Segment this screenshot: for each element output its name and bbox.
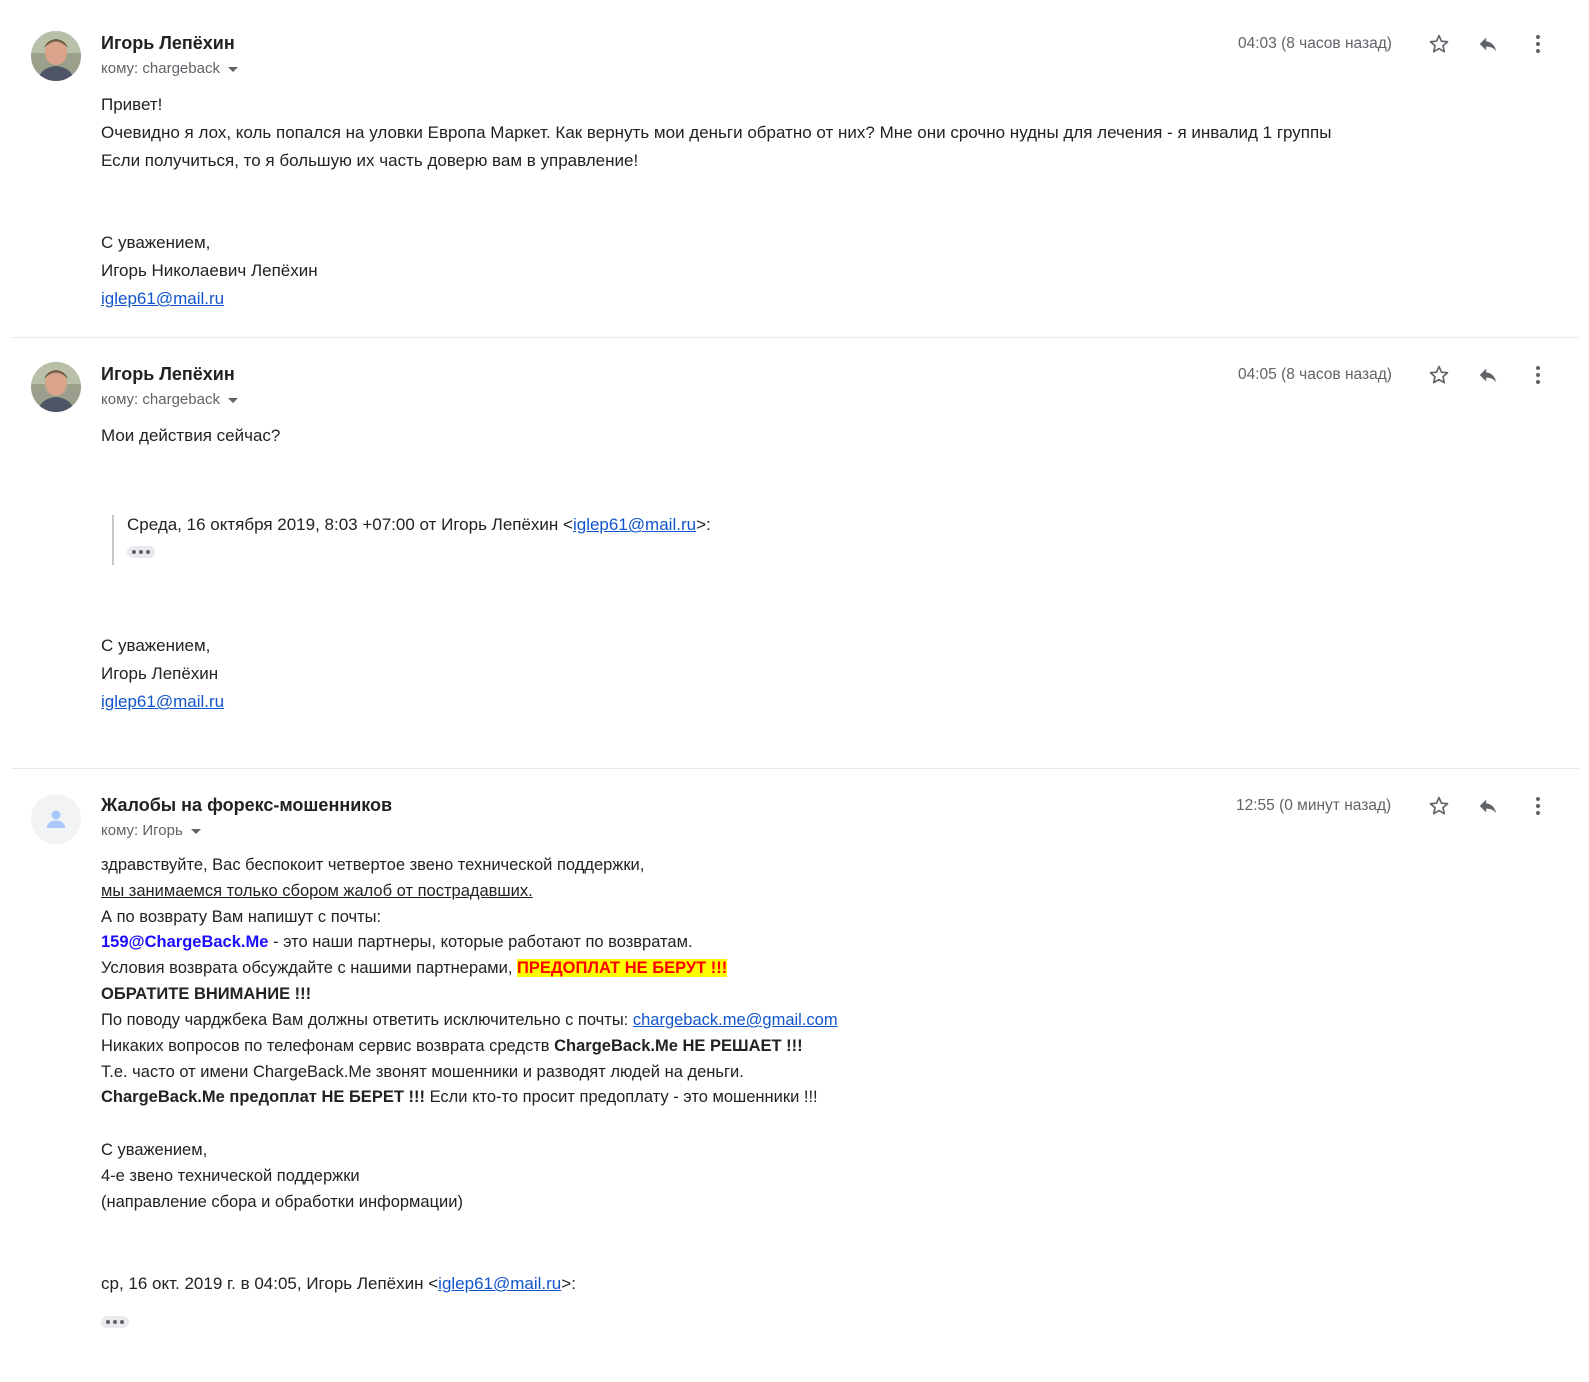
signature-line: С уважением, xyxy=(101,233,211,252)
quote-header: Среда, 16 октября 2019, 8:03 +07:00 от И… xyxy=(127,515,711,535)
signature-line: (направление сбора и обработки информаци… xyxy=(101,1193,463,1211)
body-line: Привет! xyxy=(101,95,163,114)
trimmed-content xyxy=(101,1313,129,1333)
more-options-button[interactable] xyxy=(1525,793,1551,819)
body-line: Никаких вопросов по телефонам сервис воз… xyxy=(101,1037,803,1056)
reply-icon xyxy=(1479,37,1497,52)
star-button[interactable] xyxy=(1426,31,1452,57)
message-divider xyxy=(11,768,1579,769)
body-line: 159@ChargeBack.Me - это наши партнеры, к… xyxy=(101,933,693,952)
reply-button[interactable] xyxy=(1475,362,1501,388)
body-text: По поводу чарджбека Вам должны ответить … xyxy=(101,1011,633,1029)
email-link[interactable]: iglep61@mail.ru xyxy=(101,289,224,309)
message-divider xyxy=(11,337,1579,338)
email-link[interactable]: chargeback.me@gmail.com xyxy=(633,1011,838,1029)
quoted-text: Среда, 16 октября 2019, 8:03 +07:00 от И… xyxy=(112,515,711,565)
recipient-details[interactable]: кому: chargeback xyxy=(101,391,238,408)
message-1: Игорь Лепёхин кому: chargeback 04:03 (8 … xyxy=(0,0,1589,340)
show-trimmed-content-button[interactable] xyxy=(101,1316,129,1328)
sender-name[interactable]: Жалобы на форекс-мошенников xyxy=(101,795,392,816)
chevron-down-icon[interactable] xyxy=(190,828,201,834)
signature-line: С уважением, xyxy=(101,1141,208,1159)
body-text: - это наши партнеры, которые работают по… xyxy=(268,933,693,951)
signature-line: Игорь Лепёхин xyxy=(101,664,219,683)
body-line: Очевидно я лох, коль попался на уловки Е… xyxy=(101,123,1332,142)
sender-avatar[interactable] xyxy=(31,31,81,81)
partner-email: 159@ChargeBack.Me xyxy=(101,933,269,951)
body-line: Условия возврата обсуждайте с нашими пар… xyxy=(101,959,728,978)
star-icon xyxy=(1429,34,1449,53)
message-time[interactable]: 12:55 (0 минут назад) xyxy=(1236,797,1391,815)
show-trimmed-content-button[interactable] xyxy=(127,546,155,558)
body-bold-text: ChargeBack.Me НЕ РЕШАЕТ !!! xyxy=(554,1037,803,1055)
body-text: Если кто-то просит предоплату - это моше… xyxy=(424,1088,818,1106)
reply-icon xyxy=(1479,368,1497,383)
sender-name[interactable]: Игорь Лепёхин xyxy=(101,33,235,54)
reply-button[interactable] xyxy=(1475,31,1501,57)
quote-prefix: ср, 16 окт. 2019 г. в 04:05, Игорь Лепёх… xyxy=(101,1274,439,1293)
recipient-details[interactable]: кому: chargeback xyxy=(101,60,238,77)
body-line: А по возврату Вам напишут с почты: xyxy=(101,908,382,926)
body-text: Никаких вопросов по телефонам сервис воз… xyxy=(101,1037,555,1055)
recipient-details[interactable]: кому: Игорь xyxy=(101,822,201,839)
star-button[interactable] xyxy=(1426,793,1452,819)
recipient-label: кому: chargeback xyxy=(101,60,220,77)
sender-name[interactable]: Игорь Лепёхин xyxy=(101,364,235,385)
recipient-label: кому: Игорь xyxy=(101,822,183,839)
body-line: Т.е. часто от имени ChargeBack.Me звонят… xyxy=(101,1063,744,1081)
more-options-button[interactable] xyxy=(1525,31,1551,57)
more-vert-icon xyxy=(1536,797,1540,815)
star-button[interactable] xyxy=(1426,362,1452,388)
quote-prefix: Среда, 16 октября 2019, 8:03 +07:00 от И… xyxy=(127,515,573,534)
quote-suffix: >: xyxy=(696,515,711,534)
body-bold-text: ChargeBack.Me предоплат НЕ БЕРЕТ !!! xyxy=(101,1088,425,1106)
body-text: Условия возврата обсуждайте с нашими пар… xyxy=(101,959,518,977)
body-line: По поводу чарджбека Вам должны ответить … xyxy=(101,1011,838,1030)
person-icon xyxy=(47,810,65,828)
chevron-down-icon[interactable] xyxy=(227,66,238,72)
star-icon xyxy=(1429,365,1449,384)
body-line: ChargeBack.Me предоплат НЕ БЕРЕТ !!! Есл… xyxy=(101,1088,818,1107)
reply-icon xyxy=(1479,799,1497,814)
signature-line: 4-е звено технической поддержки xyxy=(101,1167,360,1185)
message-time[interactable]: 04:05 (8 часов назад) xyxy=(1238,366,1392,384)
body-line: ОБРАТИТЕ ВНИМАНИЕ !!! xyxy=(101,985,312,1003)
body-line: Мои действия сейчас? xyxy=(101,426,281,445)
sender-avatar[interactable] xyxy=(31,794,81,844)
signature-line: Игорь Николаевич Лепёхин xyxy=(101,261,318,280)
chevron-down-icon[interactable] xyxy=(227,397,238,403)
signature-line: С уважением, xyxy=(101,636,211,655)
body-line: мы занимаемся только сбором жалоб от пос… xyxy=(101,882,533,900)
star-icon xyxy=(1429,796,1449,815)
reply-button[interactable] xyxy=(1475,793,1501,819)
message-time[interactable]: 04:03 (8 часов назад) xyxy=(1238,35,1392,53)
email-link[interactable]: iglep61@mail.ru xyxy=(101,692,224,712)
recipient-label: кому: chargeback xyxy=(101,391,220,408)
sender-avatar[interactable] xyxy=(31,362,81,412)
body-line: здравствуйте, Вас беспокоит четвертое зв… xyxy=(101,856,645,874)
quote-suffix: >: xyxy=(561,1274,576,1293)
highlighted-warning: ПРЕДОПЛАТ НЕ БЕРУТ !!! xyxy=(517,959,728,977)
more-vert-icon xyxy=(1536,366,1540,384)
body-line: Если получиться, то я большую их часть д… xyxy=(101,151,639,170)
quote-email-link[interactable]: iglep61@mail.ru xyxy=(573,515,696,534)
message-3: Жалобы на форекс-мошенников кому: Игорь … xyxy=(0,0,1589,1328)
quote-header: ср, 16 окт. 2019 г. в 04:05, Игорь Лепёх… xyxy=(101,1274,576,1294)
more-vert-icon xyxy=(1536,35,1540,53)
quote-email-link[interactable]: iglep61@mail.ru xyxy=(438,1274,561,1293)
more-options-button[interactable] xyxy=(1525,362,1551,388)
